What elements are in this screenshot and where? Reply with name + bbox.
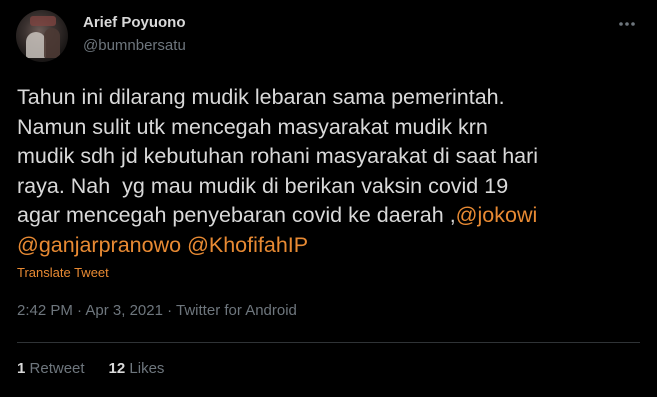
tweet-text-line: raya. Nah yg mau mudik di berikan vaksin…	[17, 173, 509, 198]
tweet-meta: 2:42 PM · Apr 3, 2021 · Twitter for Andr…	[17, 302, 297, 319]
tweet-time[interactable]: 2:42 PM	[17, 302, 73, 319]
tweet-card: Arief Poyuono @bumnbersatu Tahun ini dil…	[0, 0, 657, 397]
avatar-detail	[26, 32, 46, 58]
tweet-source[interactable]: Twitter for Android	[176, 302, 297, 319]
mention-link-jokowi[interactable]: @jokowi	[456, 203, 538, 227]
engagement-stats: 1 Retweet 12 Likes	[17, 360, 164, 377]
avatar-detail	[44, 28, 60, 58]
avatar[interactable]	[16, 10, 68, 62]
avatar-detail	[30, 16, 56, 26]
tweet-date[interactable]: Apr 3, 2021	[85, 302, 163, 319]
more-horizontal-icon	[619, 22, 635, 26]
like-count: 12	[108, 360, 126, 377]
tweet-text: Tahun ini dilarang mudik lebaran sama pe…	[17, 83, 647, 260]
divider	[17, 342, 640, 343]
more-options-button[interactable]	[615, 12, 639, 36]
mention-link-ganjarpranowo[interactable]: @ganjarpranowo	[17, 233, 181, 257]
tweet-text-line: mudik sdh jd kebutuhan rohani masyarakat…	[17, 144, 539, 168]
translate-tweet-link[interactable]: Translate Tweet	[17, 265, 109, 280]
mention-link-khofifahip[interactable]: @KhofifahIP	[187, 233, 308, 257]
author-name[interactable]: Arief Poyuono	[83, 14, 186, 31]
retweet-label: Retweet	[29, 360, 85, 377]
meta-separator: ·	[162, 302, 177, 319]
meta-separator: ·	[72, 302, 86, 319]
like-label: Likes	[129, 360, 165, 377]
retweets-stat[interactable]: 1 Retweet	[17, 360, 85, 377]
tweet-text-line: Tahun ini dilarang mudik lebaran sama pe…	[17, 85, 505, 109]
author-handle[interactable]: @bumnbersatu	[83, 37, 186, 54]
tweet-text-line: Namun sulit utk mencegah masyarakat mudi…	[17, 114, 488, 139]
tweet-text-line: agar mencegah penyebaran covid ke daerah…	[17, 203, 456, 227]
retweet-count: 1	[17, 360, 26, 377]
likes-stat[interactable]: 12 Likes	[109, 360, 165, 377]
